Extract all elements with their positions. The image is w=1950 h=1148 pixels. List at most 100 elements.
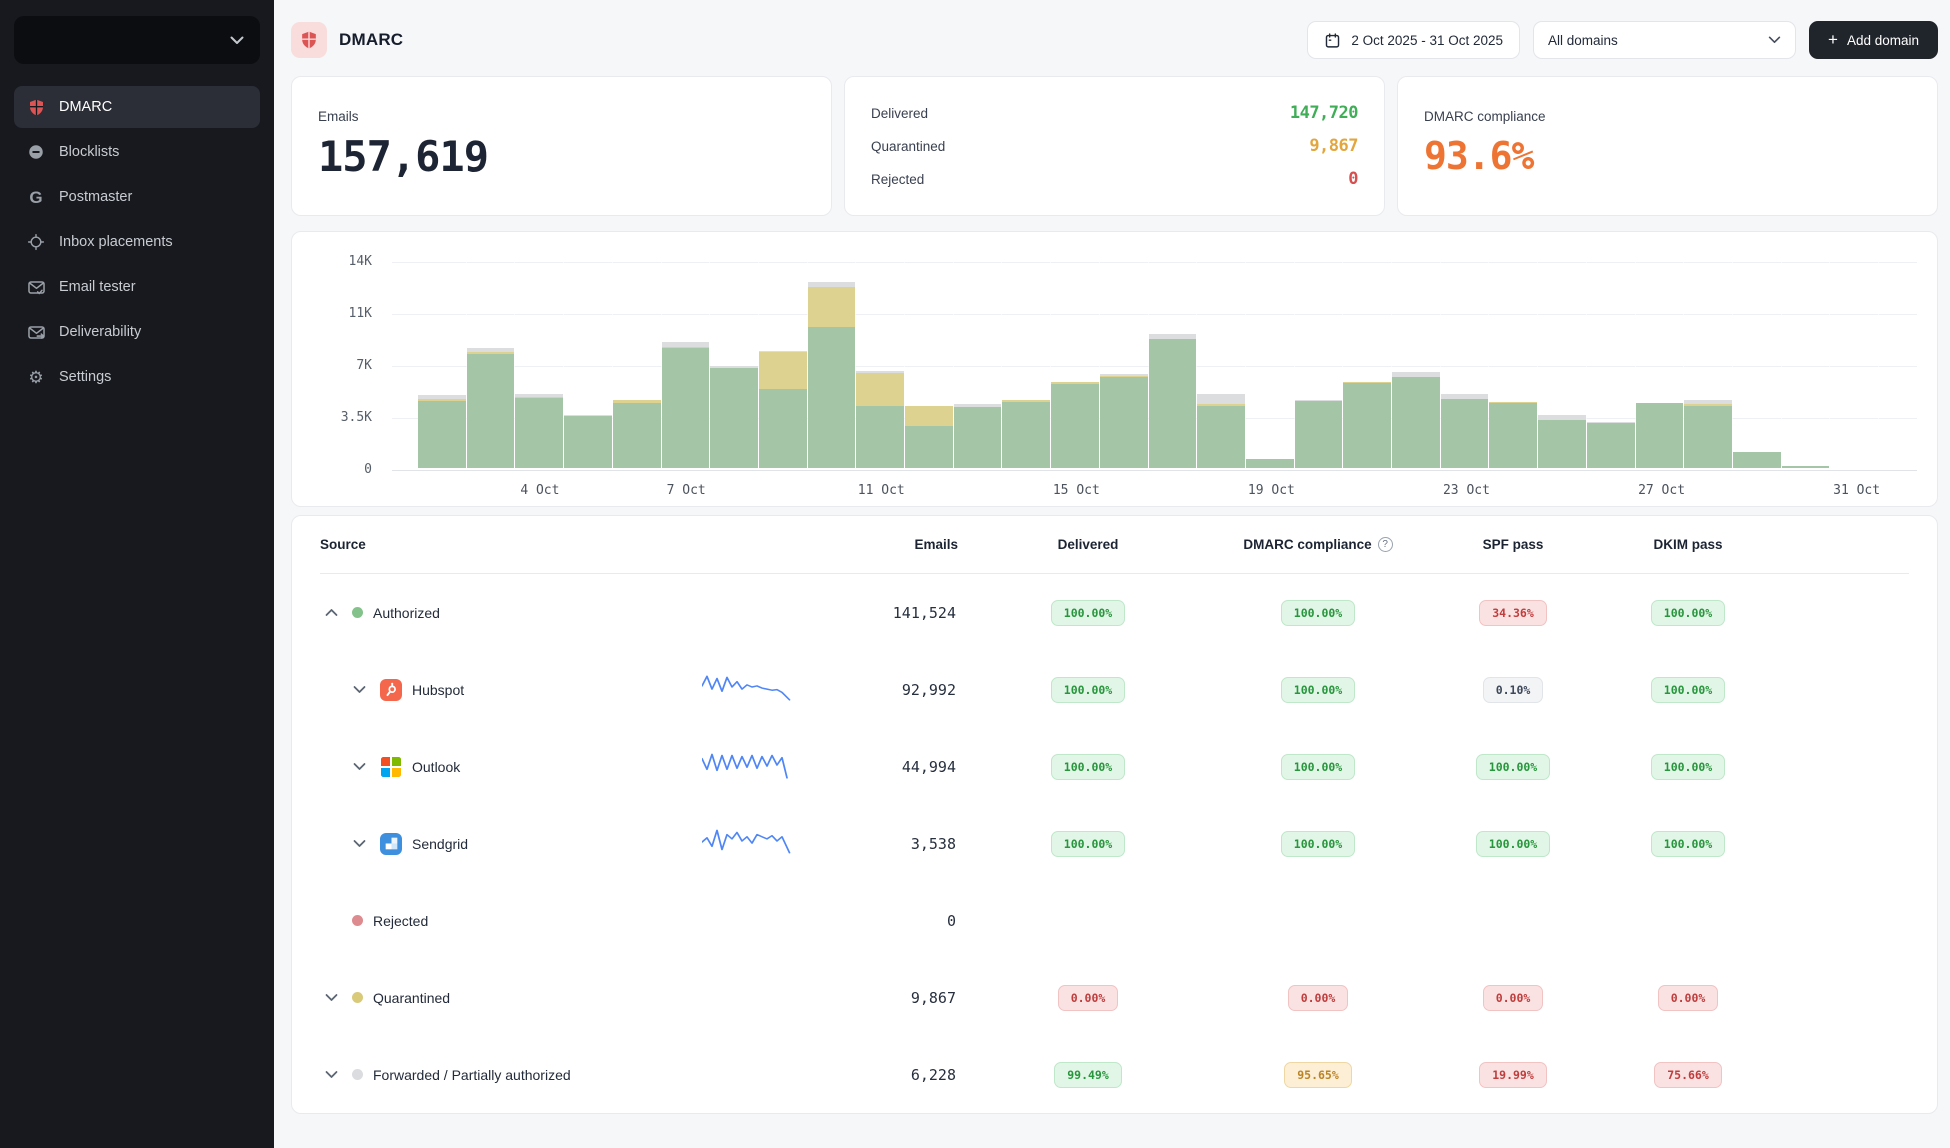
shield-icon [26,97,46,117]
chevron-up-icon[interactable] [320,608,342,617]
compliance-value: 93.6% [1424,134,1911,178]
dkim-pass-badge-cell: 75.66% [1608,1062,1768,1088]
sidebar-item-deliverability[interactable]: Deliverability [14,311,260,353]
stacked-bar-14-oct[interactable] [1002,262,1051,468]
sendgrid-icon [380,833,402,855]
stacked-bar-11-oct[interactable] [856,262,905,468]
sidebar-item-dmarc[interactable]: DMARC [14,86,260,128]
stacked-bar-26-oct[interactable] [1587,262,1636,468]
sidebar-item-inbox-placements[interactable]: Inbox placements [14,221,260,263]
domain-filter-select[interactable]: All domains [1533,21,1796,59]
stacked-bar-27-oct[interactable] [1636,262,1685,468]
dmarc-compliance-badge-cell: 100.00% [1218,677,1418,703]
spf-pass-badge-cell: 0.00% [1418,985,1608,1011]
stacked-bar-9-oct[interactable] [759,262,808,468]
stacked-bar-12-oct[interactable] [905,262,954,468]
table-row-sendgrid[interactable]: Sendgrid3,538100.00%100.00%100.00%100.00… [320,805,1909,882]
chevron-down-icon [1768,36,1781,44]
delivered-segment [662,348,710,468]
col-dmarc-compliance: DMARC compliance ? [1218,537,1418,552]
stacked-bar-5-oct[interactable] [564,262,613,468]
stacked-bar-18-oct[interactable] [1197,262,1246,468]
sparkline-cell [702,825,802,862]
delivered-segment [1149,339,1197,468]
source-cell: Hubspot [320,679,702,701]
delivered-segment [1636,403,1684,468]
stacked-bar-31-oct[interactable] [1830,262,1879,468]
stacked-bar-19-oct[interactable] [1246,262,1295,468]
stacked-bar-13-oct[interactable] [954,262,1003,468]
dmarc-compliance-badge-cell: 100.00% [1218,831,1418,857]
chevron-down-icon[interactable] [348,839,370,848]
table-row-outlook[interactable]: Outlook44,994100.00%100.00%100.00%100.00… [320,728,1909,805]
y-axis-tick: 3.5K [292,410,372,425]
spf-pass-badge-cell: 19.99% [1418,1062,1608,1088]
source-label: Quarantined [373,990,450,1006]
delivered-badge-cell: 100.00% [958,600,1218,626]
stacked-bar-3-oct[interactable] [467,262,516,468]
x-axis-tick: 19 Oct [1236,483,1306,498]
status-dot [352,607,363,618]
sidebar-item-blocklists[interactable]: Blocklists [14,131,260,173]
table-row-authorized[interactable]: Authorized141,524100.00%100.00%34.36%100… [320,574,1909,651]
stacked-bar-15-oct[interactable] [1051,262,1100,468]
sidebar-item-postmaster[interactable]: G Postmaster [14,176,260,218]
emails-value: 157,619 [318,132,805,181]
source-label: Outlook [412,759,460,775]
breakdown-card: Delivered 147,720 Quarantined 9,867 Reje… [844,76,1385,216]
stacked-bar-10-oct[interactable] [808,262,857,468]
stacked-bar-8-oct[interactable] [710,262,759,468]
table-row-hubspot[interactable]: Hubspot92,992100.00%100.00%0.10%100.00% [320,651,1909,728]
chevron-down-icon [230,36,244,45]
stats-row: Emails 157,619 Delivered 147,720 Quarant… [291,76,1938,216]
quarantined-segment [759,352,807,389]
chevron-down-icon[interactable] [320,993,342,1002]
chevron-down-icon[interactable] [320,1070,342,1079]
stacked-bar-24-oct[interactable] [1489,262,1538,468]
stacked-bar-16-oct[interactable] [1100,262,1149,468]
stacked-bar-28-oct[interactable] [1684,262,1733,468]
source-label: Sendgrid [412,836,468,852]
outlook-icon [380,756,402,778]
workspace-selector[interactable] [14,16,260,64]
rejected-label: Rejected [871,172,924,187]
delivered-segment [515,398,563,468]
stacked-bar-29-oct[interactable] [1733,262,1782,468]
sidebar-item-email-tester[interactable]: Email tester [14,266,260,308]
delivered-segment [1538,420,1586,468]
source-label: Authorized [373,605,440,621]
quarantined-segment [808,287,856,327]
spf-pass-badge: 0.10% [1483,677,1544,703]
source-label: Hubspot [412,682,464,698]
stacked-bar-21-oct[interactable] [1343,262,1392,468]
date-range-picker[interactable]: 2 Oct 2025 - 31 Oct 2025 [1307,21,1520,59]
stacked-bar-30-oct[interactable] [1782,262,1831,468]
dkim-pass-badge-cell: 100.00% [1608,677,1768,703]
x-axis-tick: 15 Oct [1041,483,1111,498]
stacked-bar-7-oct[interactable] [662,262,711,468]
forwarded-segment [1197,394,1245,404]
sidebar-item-settings[interactable]: ⚙ Settings [14,356,260,398]
stacked-bar-4-oct[interactable] [515,262,564,468]
stacked-bar-20-oct[interactable] [1295,262,1344,468]
add-domain-button[interactable]: + Add domain [1809,21,1938,59]
stacked-bar-23-oct[interactable] [1441,262,1490,468]
chevron-down-icon[interactable] [348,685,370,694]
sidebar-item-label: Settings [59,369,111,385]
dkim-pass-badge: 100.00% [1651,754,1725,780]
emails-card: Emails 157,619 [291,76,832,216]
chevron-down-icon[interactable] [348,762,370,771]
rejected-value: 0 [1348,169,1358,189]
stacked-bar-2-oct[interactable] [418,262,467,468]
table-row-forwarded-partially-authorized[interactable]: Forwarded / Partially authorized6,22899.… [320,1036,1909,1113]
table-row-quarantined[interactable]: Quarantined9,8670.00%0.00%0.00%0.00% [320,959,1909,1036]
stacked-bar-6-oct[interactable] [613,262,662,468]
delivered-badge-cell: 0.00% [958,985,1218,1011]
stacked-bar-17-oct[interactable] [1149,262,1198,468]
emails-value: 0 [802,912,958,930]
stacked-bar-22-oct[interactable] [1392,262,1441,468]
delivered-segment [418,401,466,468]
help-icon[interactable]: ? [1378,537,1393,552]
spf-pass-badge-cell: 100.00% [1418,754,1608,780]
stacked-bar-25-oct[interactable] [1538,262,1587,468]
